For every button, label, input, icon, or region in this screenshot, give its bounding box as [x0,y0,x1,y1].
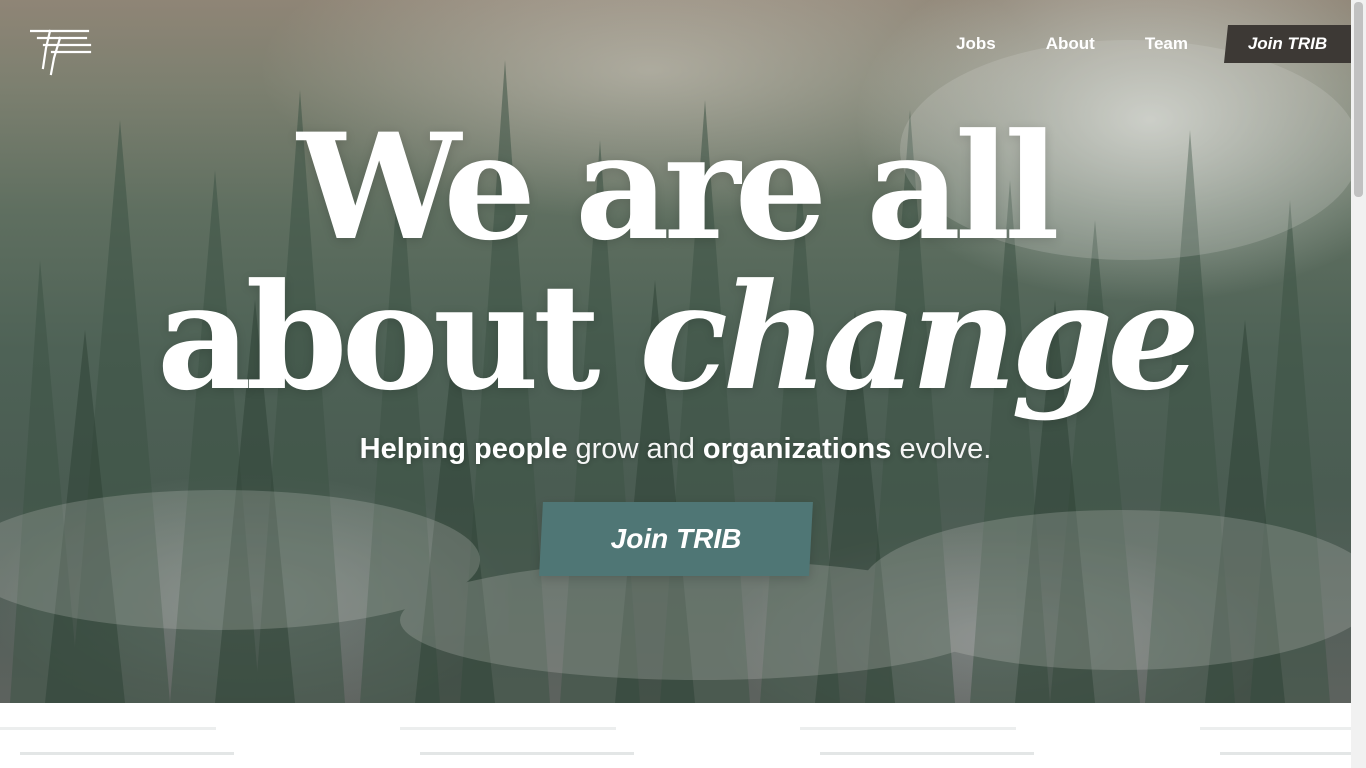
placeholder-rule [0,727,216,730]
nav-join-button[interactable]: Join TRIB [1224,25,1351,63]
sub-part3: organizations [702,433,892,465]
hero-section: Jobs About Team Join TRIB We are all abo… [0,0,1351,703]
sub-part1: Helping people [359,433,568,465]
placeholder-rule [1200,727,1351,730]
nav-link-jobs[interactable]: Jobs [956,34,996,54]
hero-subheadline: Helping people grow and organizations ev… [0,433,1351,466]
trib-logo-icon[interactable] [29,28,92,78]
hero-join-button[interactable]: Join TRIB [541,502,811,576]
placeholder-rule [1220,752,1351,755]
placeholder-rule [420,752,634,755]
sub-part2: grow and [567,433,703,465]
placeholder-rule [400,727,616,730]
trib-logo-mark [29,29,92,76]
headline-about: about [156,252,640,423]
main-nav: Jobs About Team Join TRIB [956,25,1351,63]
placeholder-rule [20,752,234,755]
hero-headline-line2: about change [0,258,1351,418]
page-scrollbar[interactable] [1351,0,1366,768]
nav-link-about[interactable]: About [1046,34,1095,54]
sub-part4: evolve. [891,433,992,465]
scrollbar-thumb[interactable] [1354,2,1363,197]
next-section-preview [0,703,1351,768]
nav-join-label: Join TRIB [1247,34,1328,53]
hero-join-label: Join TRIB [610,523,742,554]
placeholder-rule [820,752,1034,755]
headline-change: change [639,252,1200,423]
hero-headline-line1: We are all [297,102,1060,273]
nav-link-team[interactable]: Team [1145,34,1188,54]
placeholder-rule [800,727,1016,730]
